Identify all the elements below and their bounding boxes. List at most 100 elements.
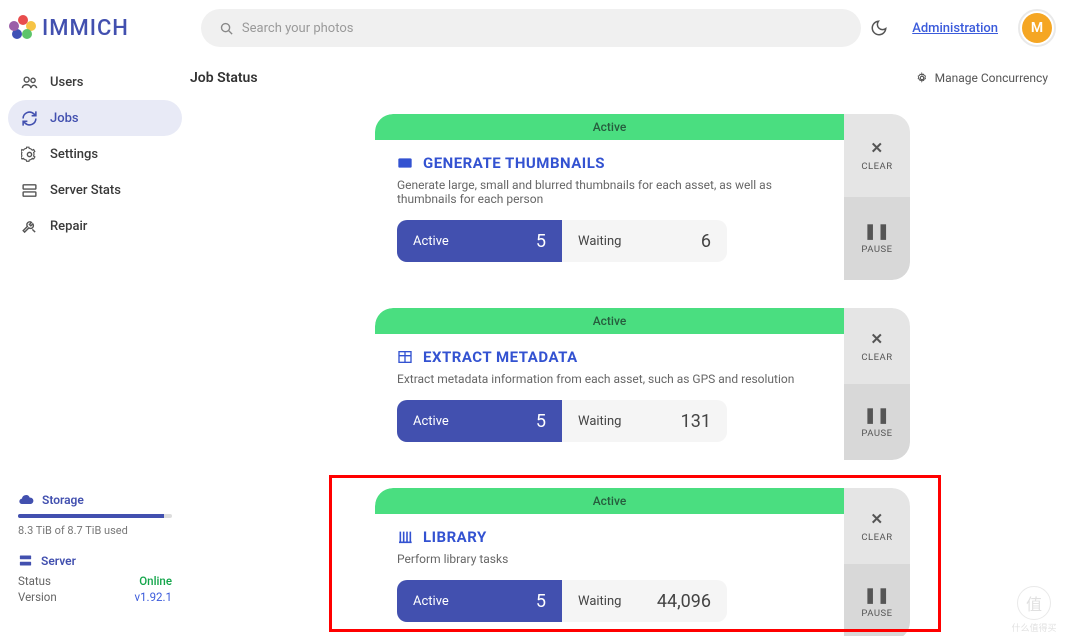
waiting-label: Waiting xyxy=(578,414,621,429)
waiting-stat: Waiting 131 xyxy=(562,400,727,442)
sidebar: Users Jobs Settings Server Stats Repair … xyxy=(0,56,190,636)
administration-link[interactable]: Administration xyxy=(912,21,998,36)
active-stat: Active 5 xyxy=(397,580,562,622)
clear-button[interactable]: ✕ CLEAR xyxy=(844,488,910,564)
waiting-count: 6 xyxy=(701,231,711,252)
sync-icon xyxy=(20,110,38,127)
theme-toggle-icon[interactable] xyxy=(870,19,888,37)
job-title: GENERATE THUMBNAILS xyxy=(423,154,605,172)
clear-button[interactable]: ✕ CLEAR xyxy=(844,308,910,384)
active-stat: Active 5 xyxy=(397,220,562,262)
close-icon: ✕ xyxy=(870,330,883,348)
storage-title: Storage xyxy=(42,493,84,507)
sidebar-item-repair[interactable]: Repair xyxy=(8,208,182,244)
version-value[interactable]: v1.92.1 xyxy=(135,590,173,604)
status-label: Status xyxy=(18,574,51,588)
job-description: Generate large, small and blurred thumbn… xyxy=(397,178,822,206)
status-stripe: Active xyxy=(375,114,844,140)
gear-icon xyxy=(20,146,38,163)
pause-icon: ❚❚ xyxy=(864,406,890,424)
waiting-stat: Waiting 44,096 xyxy=(562,580,727,622)
server-title: Server xyxy=(41,554,76,568)
job-card-library: Active LIBRARY Perform library tasks Act… xyxy=(375,488,910,636)
clear-button[interactable]: ✕ CLEAR xyxy=(844,114,910,197)
sidebar-item-label: Settings xyxy=(50,147,98,162)
status-stripe: Active xyxy=(375,488,844,514)
users-icon xyxy=(20,74,38,91)
waiting-stat: Waiting 6 xyxy=(562,220,727,262)
close-icon: ✕ xyxy=(870,510,883,528)
clear-label: CLEAR xyxy=(861,352,892,363)
search-input[interactable] xyxy=(242,21,843,36)
logo[interactable]: IMMICH xyxy=(10,15,129,41)
active-count: 5 xyxy=(536,411,546,432)
sidebar-footer: Storage 8.3 TiB of 8.7 TiB used Server S… xyxy=(8,492,182,620)
waiting-label: Waiting xyxy=(578,594,621,609)
app-header: IMMICH Administration M xyxy=(0,0,1080,56)
sidebar-item-settings[interactable]: Settings xyxy=(8,136,182,172)
active-label: Active xyxy=(413,234,449,249)
clear-label: CLEAR xyxy=(861,532,892,543)
active-stat: Active 5 xyxy=(397,400,562,442)
sidebar-item-label: Repair xyxy=(50,219,87,234)
sidebar-item-label: Jobs xyxy=(50,111,79,126)
main-content: Job Status Manage Concurrency Active GEN… xyxy=(190,56,1080,636)
active-label: Active xyxy=(413,594,449,609)
sidebar-item-users[interactable]: Users xyxy=(8,64,182,100)
cloud-icon xyxy=(18,492,34,508)
waiting-label: Waiting xyxy=(578,234,621,249)
app-name: IMMICH xyxy=(42,16,129,41)
waiting-count: 44,096 xyxy=(657,591,711,612)
server-icon xyxy=(20,182,38,199)
search-icon xyxy=(219,21,234,36)
pause-label: PAUSE xyxy=(861,428,892,439)
waiting-count: 131 xyxy=(681,411,711,432)
pause-label: PAUSE xyxy=(861,244,892,255)
storage-bar xyxy=(18,514,172,518)
tools-icon xyxy=(20,218,38,235)
jobs-list: Active GENERATE THUMBNAILS Generate larg… xyxy=(190,114,1048,636)
sidebar-item-server-stats[interactable]: Server Stats xyxy=(8,172,182,208)
clear-label: CLEAR xyxy=(861,161,892,172)
pause-icon: ❚❚ xyxy=(864,586,890,604)
close-icon: ✕ xyxy=(870,139,883,157)
active-label: Active xyxy=(413,414,449,429)
active-count: 5 xyxy=(536,231,546,252)
sidebar-item-label: Users xyxy=(50,75,83,90)
manage-label: Manage Concurrency xyxy=(935,71,1048,85)
active-count: 5 xyxy=(536,591,546,612)
logo-flower-icon xyxy=(10,15,36,41)
image-jpg-icon xyxy=(397,155,413,171)
header-actions: Administration M xyxy=(870,13,1052,43)
job-description: Perform library tasks xyxy=(397,552,822,566)
server-small-icon xyxy=(18,553,33,568)
gear-icon xyxy=(915,71,929,85)
storage-detail: 8.3 TiB of 8.7 TiB used xyxy=(18,524,172,537)
search-bar[interactable] xyxy=(201,9,861,47)
sidebar-item-jobs[interactable]: Jobs xyxy=(8,100,182,136)
pause-icon: ❚❚ xyxy=(864,222,890,240)
main-header: Job Status Manage Concurrency xyxy=(190,70,1048,86)
avatar[interactable]: M xyxy=(1022,13,1052,43)
pause-label: PAUSE xyxy=(861,608,892,619)
job-card-metadata: Active EXTRACT METADATA Extract metadata… xyxy=(375,308,910,460)
server-block: Server Status Online Version v1.92.1 xyxy=(18,553,172,604)
pause-button[interactable]: ❚❚ PAUSE xyxy=(844,384,910,460)
job-card-thumbnails: Active GENERATE THUMBNAILS Generate larg… xyxy=(375,114,910,280)
manage-concurrency-button[interactable]: Manage Concurrency xyxy=(915,71,1048,85)
pause-button[interactable]: ❚❚ PAUSE xyxy=(844,564,910,636)
status-value: Online xyxy=(139,574,172,588)
job-title: LIBRARY xyxy=(423,528,487,546)
page-body: Users Jobs Settings Server Stats Repair … xyxy=(0,56,1080,636)
job-description: Extract metadata information from each a… xyxy=(397,372,822,386)
job-title: EXTRACT METADATA xyxy=(423,348,578,366)
sidebar-item-label: Server Stats xyxy=(50,183,121,198)
storage-bar-fill xyxy=(18,514,164,518)
storage-block: Storage 8.3 TiB of 8.7 TiB used xyxy=(18,492,172,537)
page-title: Job Status xyxy=(190,70,258,86)
library-icon xyxy=(397,529,413,545)
version-label: Version xyxy=(18,590,57,604)
pause-button[interactable]: ❚❚ PAUSE xyxy=(844,197,910,280)
status-stripe: Active xyxy=(375,308,844,334)
table-icon xyxy=(397,349,413,365)
